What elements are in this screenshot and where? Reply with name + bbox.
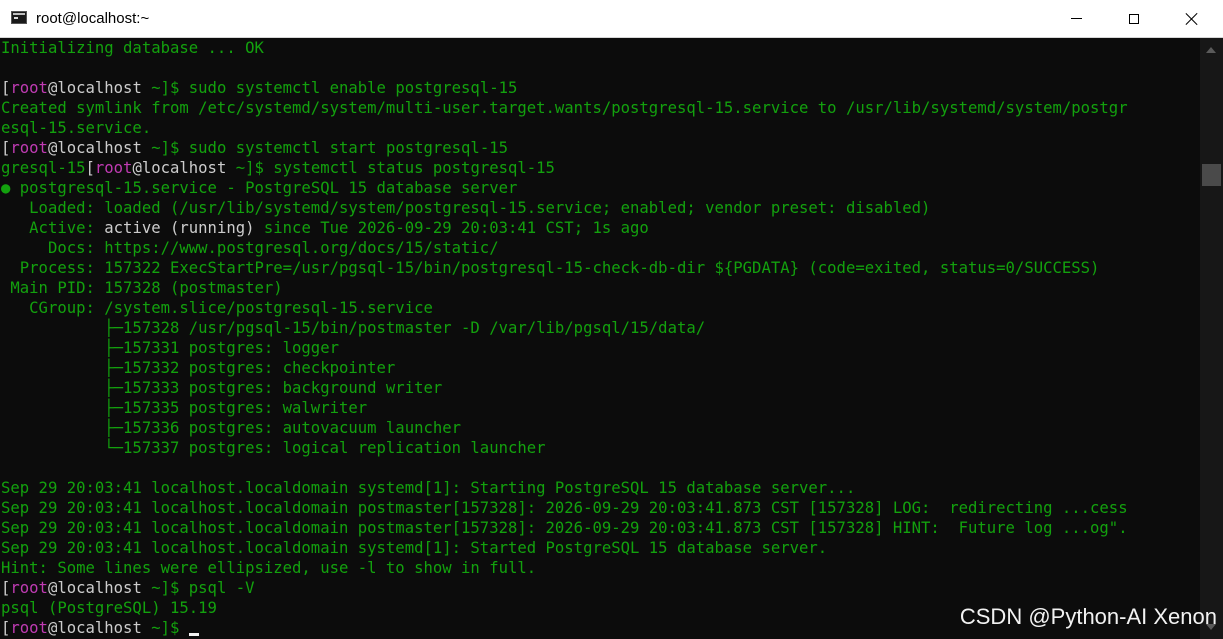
terminal-line: ├─157331 postgres: logger — [0, 338, 1200, 358]
terminal-text: [ — [1, 619, 11, 637]
terminal-text: ~]$ sudo systemctl start postgresql-15 — [141, 139, 508, 157]
terminal-text: Main PID: 157328 (postmaster) — [1, 279, 283, 297]
scroll-up-arrow-icon[interactable] — [1206, 47, 1216, 53]
minimize-button[interactable] — [1047, 0, 1105, 37]
terminal-text: ├─157331 postgres: logger — [1, 339, 339, 357]
terminal-text: @ — [47, 139, 58, 157]
terminal-text: Hint: Some lines were ellipsized, use -l… — [1, 559, 537, 577]
terminal-text: Process: 157322 ExecStartPre=/usr/pgsql-… — [1, 259, 1100, 277]
terminal-line: Main PID: 157328 (postmaster) — [0, 278, 1200, 298]
close-icon — [1185, 12, 1199, 26]
terminal-line: Hint: Some lines were ellipsized, use -l… — [0, 558, 1200, 578]
terminal-text: root — [94, 159, 133, 177]
terminal-text: [ — [1, 79, 11, 97]
terminal-text: gresql-15 — [1, 159, 86, 177]
terminal-text: ├─157336 postgres: autovacuum launcher — [1, 419, 462, 437]
terminal-line: [root@localhost ~]$ sudo systemctl enabl… — [0, 78, 1200, 98]
terminal-text: Created symlink from /etc/systemd/system… — [1, 99, 1128, 117]
terminal-text: Sep 29 20:03:41 localhost.localdomain sy… — [1, 479, 856, 497]
terminal-text: esql-15.service. — [1, 119, 152, 137]
watermark: CSDN @Python-AI Xenon — [959, 604, 1217, 629]
vertical-scrollbar[interactable] — [1200, 38, 1223, 639]
terminal-text: ~]$ sudo systemctl enable postgresql-15 — [141, 79, 518, 97]
terminal-text: Initializing database ... OK — [1, 39, 264, 57]
terminal-line: Loaded: loaded (/usr/lib/systemd/system/… — [0, 198, 1200, 218]
terminal-line: Sep 29 20:03:41 localhost.localdomain po… — [0, 518, 1200, 538]
terminal-line: ├─157332 postgres: checkpointer — [0, 358, 1200, 378]
terminal-text: @ — [132, 159, 142, 177]
terminal-line: gresql-15[root@localhost ~]$ systemctl s… — [0, 158, 1200, 178]
terminal-text: localhost — [57, 139, 142, 157]
terminal-text: localhost — [57, 79, 142, 97]
terminal-text: └─157337 postgres: logical replication l… — [1, 439, 546, 457]
terminal-text: ├─157328 /usr/pgsql-15/bin/postmaster -D… — [1, 319, 706, 337]
close-button[interactable] — [1163, 0, 1221, 37]
terminal-text: ~]$ systemctl status postgresql-15 — [226, 159, 555, 177]
terminal-line: CGroup: /system.slice/postgresql-15.serv… — [0, 298, 1200, 318]
terminal-text: Sep 29 20:03:41 localhost.localdomain sy… — [1, 539, 828, 557]
terminal-line: Created symlink from /etc/systemd/system… — [0, 98, 1200, 118]
terminal-line: ├─157336 postgres: autovacuum launcher — [0, 418, 1200, 438]
status-dot-icon: ● — [1, 179, 11, 197]
terminal-text: [ — [85, 159, 95, 177]
terminal-text: Docs: https://www.postgresql.org/docs/15… — [1, 239, 499, 257]
minimize-icon — [1070, 18, 1082, 19]
terminal-line: Sep 29 20:03:41 localhost.localdomain sy… — [0, 538, 1200, 558]
terminal-text: Active: — [1, 219, 105, 237]
terminal-line: Active: active (running) since Tue 2026-… — [0, 218, 1200, 238]
terminal-text: psql (PostgreSQL) 15.19 — [1, 599, 217, 617]
terminal-text: Loaded: loaded (/usr/lib/systemd/system/… — [1, 199, 931, 217]
window-title: root@localhost:~ — [36, 10, 150, 27]
terminal-text: ├─157335 postgres: walwriter — [1, 399, 368, 417]
terminal-line: [root@localhost ~]$ sudo systemctl start… — [0, 138, 1200, 158]
terminal-line: ├─157328 /usr/pgsql-15/bin/postmaster -D… — [0, 318, 1200, 338]
terminal-text: root — [10, 619, 48, 637]
terminal-text: @ — [47, 79, 58, 97]
title-bar: root@localhost:~ — [0, 0, 1223, 38]
scrollbar-thumb[interactable] — [1202, 164, 1221, 186]
terminal-text: root — [10, 579, 48, 597]
terminal-line: esql-15.service. — [0, 118, 1200, 138]
terminal-text: ├─157333 postgres: background writer — [1, 379, 443, 397]
terminal-text: @ — [47, 619, 58, 637]
terminal-text: ~]$ psql -V — [141, 579, 255, 597]
terminal-line: ├─157333 postgres: background writer — [0, 378, 1200, 398]
terminal-text: localhost — [57, 619, 142, 637]
terminal-line: Initializing database ... OK — [0, 38, 1200, 58]
terminal-line: ● postgresql-15.service - PostgreSQL 15 … — [0, 178, 1200, 198]
terminal-line: [root@localhost ~]$ psql -V — [0, 578, 1200, 598]
text-cursor — [188, 633, 199, 636]
maximize-button[interactable] — [1105, 0, 1163, 37]
terminal-line: Sep 29 20:03:41 localhost.localdomain po… — [0, 498, 1200, 518]
terminal-text: Sep 29 20:03:41 localhost.localdomain po… — [1, 499, 1128, 517]
terminal-text: active (running) — [104, 219, 255, 237]
terminal-text: root — [10, 79, 48, 97]
terminal-line: └─157337 postgres: logical replication l… — [0, 438, 1200, 458]
terminal-text: ~]$ — [141, 619, 189, 637]
terminal-text: @ — [47, 579, 58, 597]
maximize-icon — [1129, 13, 1139, 24]
terminal-line: Docs: https://www.postgresql.org/docs/15… — [0, 238, 1200, 258]
terminal-text: Sep 29 20:03:41 localhost.localdomain po… — [1, 519, 1128, 537]
terminal-text: [ — [1, 139, 11, 157]
terminal-text: CGroup: /system.slice/postgresql-15.serv… — [1, 299, 433, 317]
terminal-text: since Tue 2026-09-29 20:03:41 CST; 1s ag… — [254, 219, 649, 237]
terminal-line: Process: 157322 ExecStartPre=/usr/pgsql-… — [0, 258, 1200, 278]
terminal-text: localhost — [141, 159, 227, 177]
terminal-text: root — [10, 139, 48, 157]
terminal-text: ├─157332 postgres: checkpointer — [1, 359, 396, 377]
terminal-text: postgresql-15.service - PostgreSQL 15 da… — [10, 179, 518, 197]
terminal-text: localhost — [57, 579, 142, 597]
terminal-line: ├─157335 postgres: walwriter — [0, 398, 1200, 418]
terminal-text: [ — [1, 579, 11, 597]
terminal-icon — [11, 11, 27, 24]
terminal-output[interactable]: Initializing database ... OK [root@local… — [0, 38, 1200, 639]
terminal-line: Sep 29 20:03:41 localhost.localdomain sy… — [0, 478, 1200, 498]
